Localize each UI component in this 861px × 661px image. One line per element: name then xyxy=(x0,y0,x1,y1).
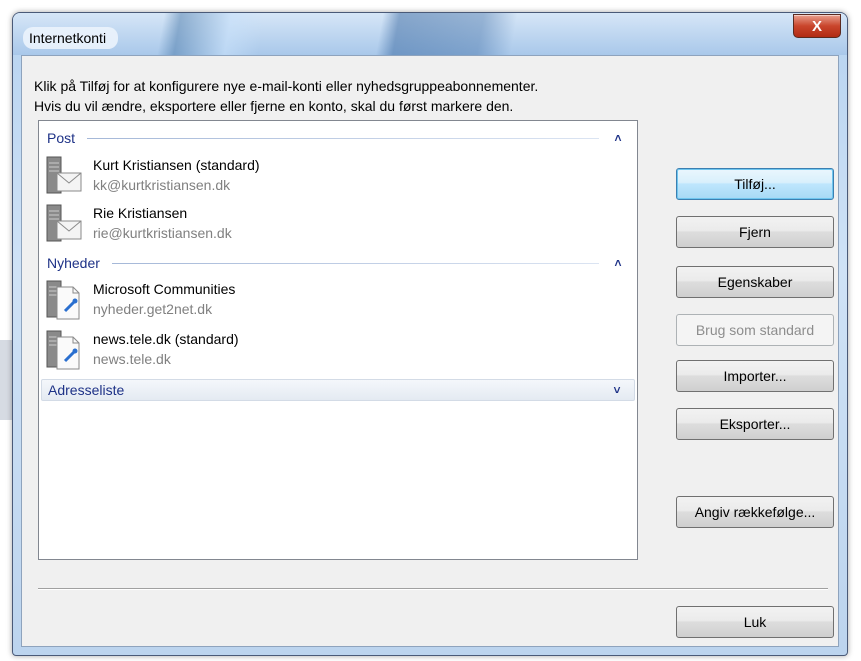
import-button[interactable]: Importer... xyxy=(676,360,834,392)
export-button[interactable]: Eksporter... xyxy=(676,408,834,440)
properties-button[interactable]: Egenskaber xyxy=(676,266,834,298)
list-item-account[interactable]: Kurt Kristiansen (standard) kk@kurtkrist… xyxy=(45,153,585,199)
account-name: news.tele.dk (standard) xyxy=(93,331,239,347)
list-item-account[interactable]: Microsoft Communities nyheder.get2net.dk xyxy=(45,277,585,323)
mail-account-icon xyxy=(46,204,82,242)
account-address: kk@kurtkristiansen.dk xyxy=(93,177,231,193)
window-title: Internetkonti xyxy=(23,27,119,49)
dialog-body: Klik på Tilføj for at konfigurere nye e-… xyxy=(21,55,839,647)
chevron-up-icon[interactable]: ˄ xyxy=(611,256,625,270)
footer-divider xyxy=(38,588,828,590)
account-address: rie@kurtkristiansen.dk xyxy=(93,225,232,241)
close-icon: X xyxy=(811,17,822,35)
close-window-button[interactable]: X xyxy=(793,14,841,38)
title-bar: Internetkonti X xyxy=(13,13,847,55)
instructions-line-1: Klik på Tilføj for at konfigurere nye e-… xyxy=(34,78,539,94)
list-item-account[interactable]: Rie Kristiansen rie@kurtkristiansen.dk xyxy=(45,201,585,247)
chevron-down-icon[interactable]: ˅ xyxy=(610,383,624,397)
close-button[interactable]: Luk xyxy=(676,606,834,638)
group-divider xyxy=(111,262,599,264)
account-name: Rie Kristiansen xyxy=(93,205,188,221)
instructions: Klik på Tilføj for at konfigurere nye e-… xyxy=(34,76,538,116)
group-header-adresseliste[interactable]: Adresseliste ˅ xyxy=(41,379,635,401)
group-header-post[interactable]: Post ˄ xyxy=(47,128,625,148)
group-label-nyheder: Nyheder xyxy=(47,255,100,271)
instructions-line-2: Hvis du vil ændre, eksportere eller fjer… xyxy=(34,98,514,114)
accounts-list[interactable]: Post ˄ Kurt Kristiansen (standard) kk@ku… xyxy=(38,120,638,560)
account-server: nyheder.get2net.dk xyxy=(93,301,213,317)
set-order-button[interactable]: Angiv rækkefølge... xyxy=(676,496,834,528)
list-item-account[interactable]: news.tele.dk (standard) news.tele.dk xyxy=(45,327,585,373)
account-name: Microsoft Communities xyxy=(93,281,236,297)
group-label-adresseliste: Adresseliste xyxy=(48,382,125,398)
group-divider xyxy=(136,390,598,391)
group-header-nyheder[interactable]: Nyheder ˄ xyxy=(47,253,625,273)
add-button[interactable]: Tilføj... xyxy=(676,168,834,200)
mail-account-icon xyxy=(46,156,82,194)
set-default-button[interactable]: Brug som standard xyxy=(676,314,834,346)
account-name: Kurt Kristiansen (standard) xyxy=(93,157,260,173)
group-divider xyxy=(87,137,599,139)
accounts-dialog: Internetkonti X Klik på Tilføj for at ko… xyxy=(12,12,848,656)
group-label-post: Post xyxy=(47,130,76,146)
chevron-up-icon[interactable]: ˄ xyxy=(611,131,625,145)
remove-button[interactable]: Fjern xyxy=(676,216,834,248)
news-account-icon xyxy=(46,280,80,320)
news-account-icon xyxy=(46,330,80,370)
account-server: news.tele.dk xyxy=(93,351,171,367)
